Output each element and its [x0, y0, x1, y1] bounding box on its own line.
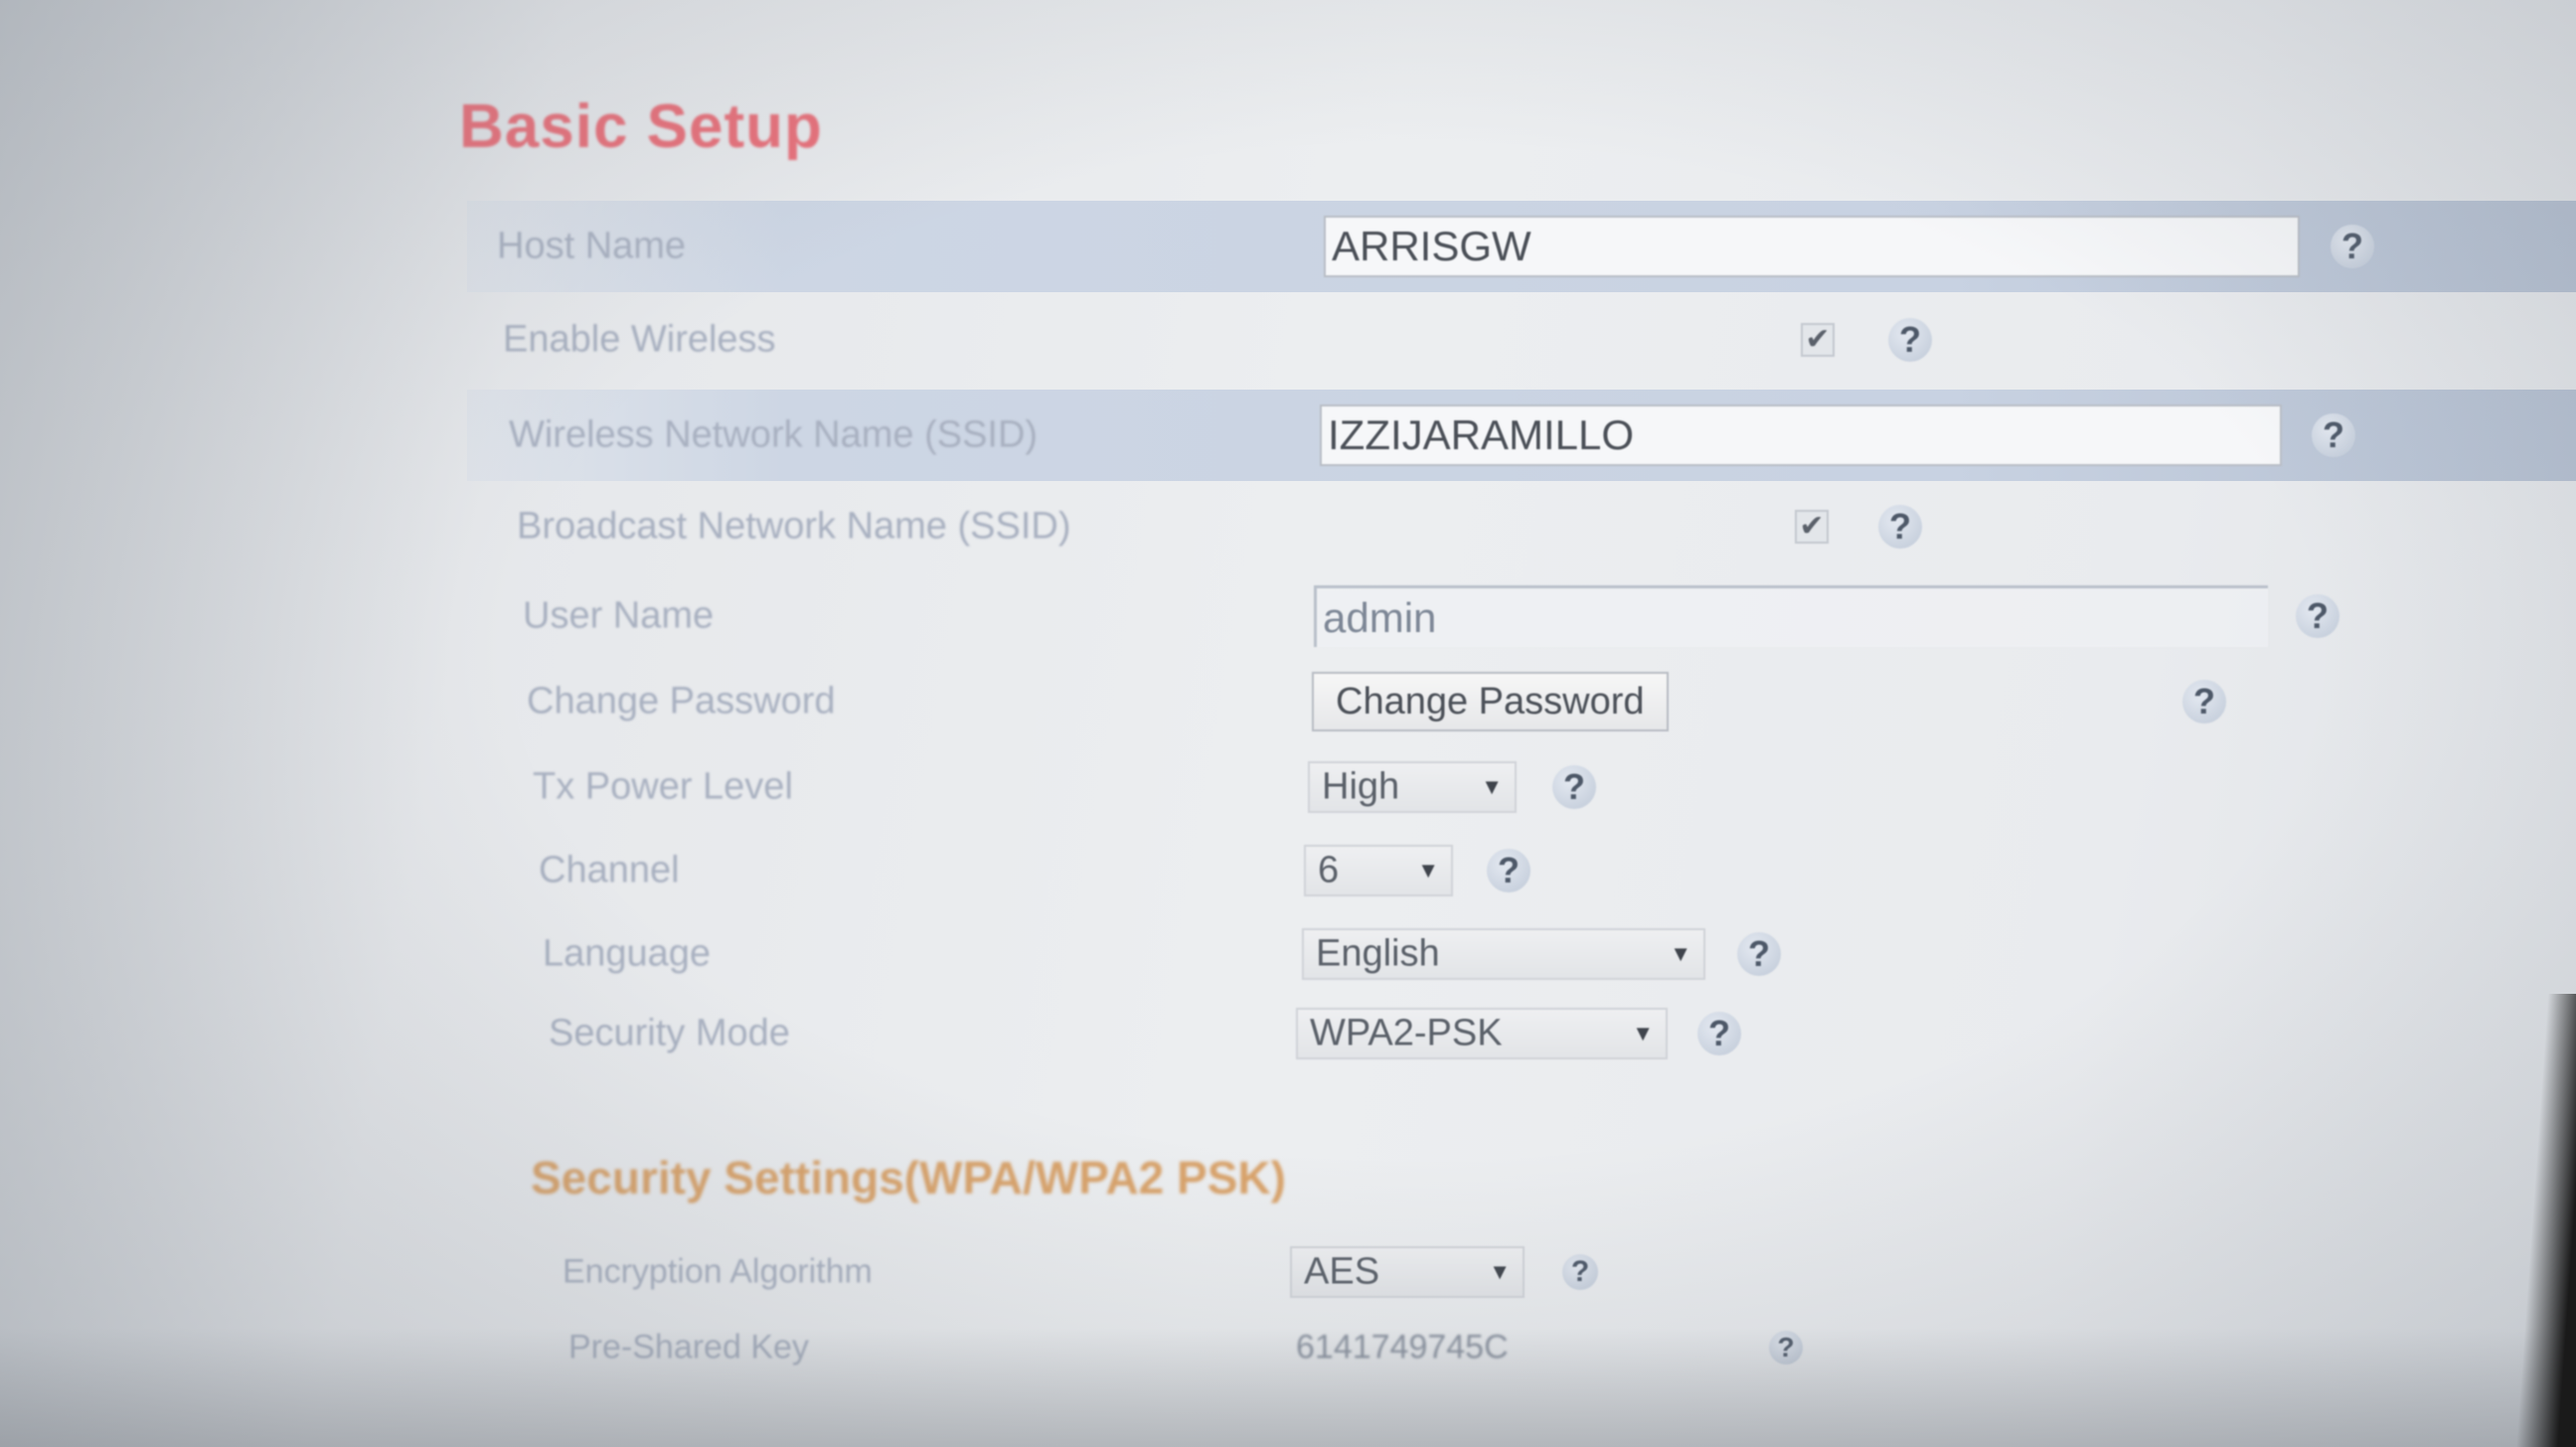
psk-value[interactable]: 6141749745C	[1296, 1329, 1509, 1367]
change-password-label: Change Password	[527, 680, 836, 723]
row-host-name: Host Name ?	[467, 201, 2576, 292]
channel-label: Channel	[539, 849, 680, 891]
broadcast-ssid-checkbox[interactable]: ✔	[1795, 510, 1829, 544]
ssid-input[interactable]	[1320, 404, 2282, 466]
row-language: Language English ▼ ?	[467, 908, 2576, 1000]
row-ssid: Wireless Network Name (SSID) ?	[467, 390, 2576, 481]
tx-power-label: Tx Power Level	[533, 765, 793, 808]
row-broadcast-ssid: Broadcast Network Name (SSID) ✔ ?	[467, 481, 2576, 572]
help-psk-icon[interactable]: ?	[1769, 1331, 1803, 1365]
user-name-input[interactable]	[1314, 585, 2268, 647]
help-user-name-icon[interactable]: ?	[2296, 594, 2339, 638]
help-channel-icon[interactable]: ?	[1487, 849, 1530, 892]
encryption-select[interactable]: AES ▼	[1290, 1246, 1525, 1298]
chevron-down-icon: ▼	[1489, 1259, 1511, 1284]
help-host-name-icon[interactable]: ?	[2331, 225, 2374, 268]
row-user-name: User Name ?	[467, 570, 2576, 662]
security-mode-value: WPA2-PSK	[1310, 1012, 1503, 1054]
language-label: Language	[543, 932, 712, 975]
channel-value: 6	[1318, 849, 1340, 891]
broadcast-ssid-label: Broadcast Network Name (SSID)	[517, 505, 1071, 548]
router-admin-screen: Basic Setup Host Name ? Enable Wireless …	[0, 0, 2576, 1447]
help-security-mode-icon[interactable]: ?	[1697, 1012, 1741, 1055]
help-enable-wireless-icon[interactable]: ?	[1888, 318, 1932, 362]
row-change-password: Change Password Change Password ?	[467, 656, 2576, 747]
help-ssid-icon[interactable]: ?	[2312, 413, 2355, 457]
help-tx-power-icon[interactable]: ?	[1552, 765, 1596, 809]
user-name-label: User Name	[523, 594, 715, 637]
host-name-label: Host Name	[497, 225, 687, 267]
security-mode-label: Security Mode	[549, 1012, 790, 1054]
language-value: English	[1316, 932, 1440, 975]
help-language-icon[interactable]: ?	[1737, 932, 1781, 976]
chevron-down-icon: ▼	[1417, 858, 1439, 883]
help-change-password-icon[interactable]: ?	[2182, 680, 2226, 724]
ssid-label: Wireless Network Name (SSID)	[509, 413, 1039, 456]
language-select[interactable]: English ▼	[1302, 928, 1705, 980]
row-enable-wireless: Enable Wireless ✔ ?	[467, 294, 2576, 386]
chevron-down-icon: ▼	[1632, 1021, 1654, 1045]
host-name-input[interactable]	[1324, 216, 2300, 277]
tx-power-select[interactable]: High ▼	[1308, 761, 1517, 813]
enable-wireless-checkbox[interactable]: ✔	[1801, 323, 1835, 357]
row-tx-power: Tx Power Level High ▼ ?	[467, 741, 2576, 833]
encryption-value: AES	[1304, 1250, 1380, 1293]
enable-wireless-label: Enable Wireless	[503, 318, 776, 361]
change-password-button[interactable]: Change Password	[1312, 672, 1669, 731]
encryption-label: Encryption Algorithm	[563, 1252, 873, 1291]
row-channel: Channel 6 ▼ ?	[467, 825, 2576, 916]
channel-select[interactable]: 6 ▼	[1304, 845, 1453, 896]
chevron-down-icon: ▼	[1670, 941, 1691, 966]
tx-power-value: High	[1322, 765, 1400, 808]
security-settings-title: Security Settings(WPA/WPA2 PSK)	[531, 1152, 1286, 1204]
help-encryption-icon[interactable]: ?	[1562, 1254, 1598, 1290]
help-broadcast-ssid-icon[interactable]: ?	[1878, 505, 1922, 549]
row-security-mode: Security Mode WPA2-PSK ▼ ?	[467, 988, 2576, 1079]
row-psk: Pre-Shared Key 6141749745C ?	[467, 1302, 2576, 1393]
page-title: Basic Setup	[459, 92, 823, 161]
psk-label: Pre-Shared Key	[568, 1328, 809, 1367]
chevron-down-icon: ▼	[1481, 774, 1503, 799]
security-mode-select[interactable]: WPA2-PSK ▼	[1296, 1008, 1668, 1059]
